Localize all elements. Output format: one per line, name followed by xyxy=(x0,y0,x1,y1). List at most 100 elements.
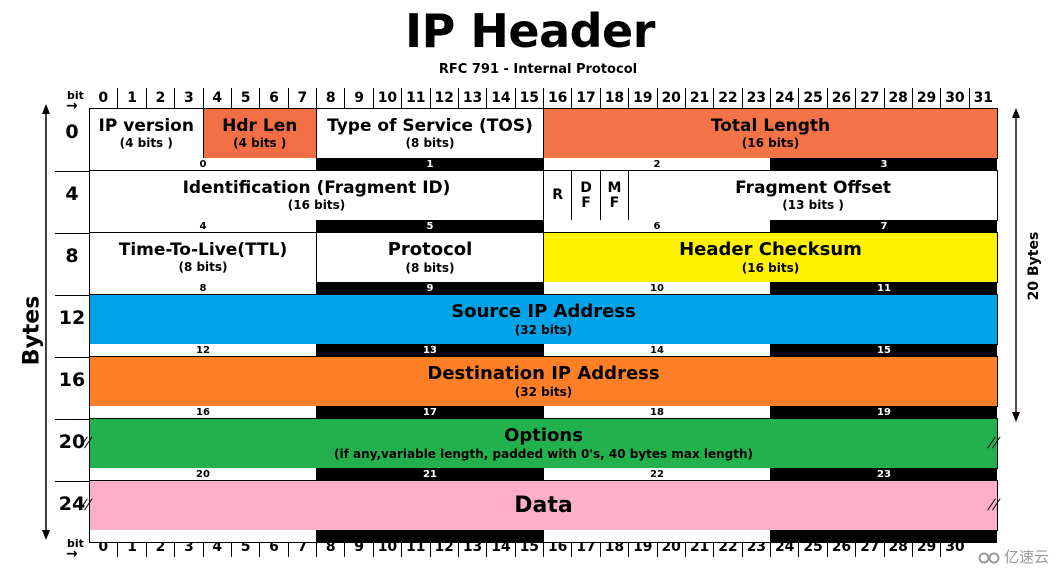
top-bit-7: 7 xyxy=(287,88,316,108)
top-bit-1: 1 xyxy=(117,88,145,108)
field-name: Options xyxy=(504,425,583,446)
top-bit-28: 28 xyxy=(883,88,912,108)
field-name: D F xyxy=(580,179,592,211)
field-bit-count: (16 bits) xyxy=(741,261,800,275)
watermark-text: 亿速云 xyxy=(1004,548,1050,566)
row-offset-label: 16 xyxy=(58,369,86,391)
field-bit-count: (13 bits ) xyxy=(782,198,844,212)
row-offset-label: 12 xyxy=(58,307,86,329)
field-name: M F xyxy=(607,179,622,211)
field-bit-count: (16 bits) xyxy=(741,136,800,150)
top-bit-31: 31 xyxy=(968,88,997,108)
field-name: Type of Service (TOS) xyxy=(327,116,533,136)
top-bit-4: 4 xyxy=(202,88,231,108)
byte-index-26 xyxy=(543,530,770,543)
byte-index-27 xyxy=(770,530,997,543)
top-bit-24: 24 xyxy=(770,88,798,108)
top-bit-3: 3 xyxy=(174,88,202,108)
field-r: R xyxy=(543,170,573,221)
row-offset-label: 4 xyxy=(65,183,79,205)
byte-index-24 xyxy=(89,530,316,543)
field-ip-version: IP version (4 bits ) xyxy=(89,108,204,159)
top-bit-21: 21 xyxy=(684,88,713,108)
row-separator xyxy=(55,357,89,358)
field-bit-count: (4 bits ) xyxy=(119,136,173,150)
field-name: Time-To-Live(TTL) xyxy=(118,240,288,260)
field-m-f: M F xyxy=(599,170,630,221)
top-bit-27: 27 xyxy=(855,88,883,108)
field-name: Protocol xyxy=(387,239,473,260)
field-time-to-live-ttl: Time-To-Live(TTL) (8 bits) xyxy=(89,232,317,283)
field-bit-count: (4 bits ) xyxy=(233,136,287,150)
field-bit-count: (8 bits) xyxy=(405,136,455,150)
top-bit-9: 9 xyxy=(344,88,372,108)
top-bit-22: 22 xyxy=(713,88,741,108)
row-separator xyxy=(55,419,89,420)
field-bit-count: (8 bits) xyxy=(178,260,228,274)
top-bit-2: 2 xyxy=(145,88,174,108)
row-separator xyxy=(55,295,89,296)
top-bit-10: 10 xyxy=(372,88,401,108)
field-total-length: Total Length (16 bits) xyxy=(543,108,998,159)
field-protocol: Protocol (8 bits) xyxy=(316,232,544,283)
top-bit-14: 14 xyxy=(486,88,514,108)
top-bit-6: 6 xyxy=(259,88,287,108)
byte-index-25 xyxy=(316,530,543,543)
field-destination-ip-address: Destination IP Address (32 bits) xyxy=(89,356,998,407)
field-name: R xyxy=(552,187,564,203)
field-name: IP version xyxy=(98,116,194,136)
field-header-checksum: Header Checksum (16 bits) xyxy=(543,232,998,283)
field-identification-fragment-id: Identification (Fragment ID) (16 bits) xyxy=(89,170,544,221)
cloud-logo-icon xyxy=(978,552,1000,563)
top-bit-8: 8 xyxy=(316,88,344,108)
top-bit-26: 26 xyxy=(826,88,855,108)
field-bit-count: (32 bits) xyxy=(514,323,573,337)
top-bit-13: 13 xyxy=(457,88,486,108)
field-type-of-service-tos: Type of Service (TOS) (8 bits) xyxy=(316,108,544,159)
field-name: Data xyxy=(514,492,573,518)
row-separator xyxy=(55,233,89,234)
top-bit-25: 25 xyxy=(798,88,826,108)
top-bit-20: 20 xyxy=(656,88,685,108)
field-data: Data xyxy=(89,480,998,531)
field-fragment-offset: Fragment Offset (13 bits ) xyxy=(628,170,998,221)
top-bit-11: 11 xyxy=(401,88,429,108)
field-bit-count: (16 bits) xyxy=(287,198,346,212)
watermark: 亿速云 xyxy=(978,546,1049,567)
field-name: Fragment Offset xyxy=(735,178,892,198)
field-name: Total Length xyxy=(710,116,831,136)
right-axis-label: 20 Bytes xyxy=(1026,231,1042,301)
left-axis-label: Bytes xyxy=(19,295,45,366)
field-bit-count: (32 bits) xyxy=(514,385,573,399)
top-bit-18: 18 xyxy=(599,88,628,108)
row-separator xyxy=(55,171,89,172)
diagram-title: IP Header xyxy=(405,4,655,58)
row-offset-label: 8 xyxy=(65,245,79,267)
field-name: Header Checksum xyxy=(679,239,862,260)
top-bit-17: 17 xyxy=(571,88,599,108)
top-bit-16: 16 xyxy=(543,88,571,108)
field-options: Options (if any,variable length, padded w… xyxy=(89,418,998,469)
diagram-subtitle: RFC 791 - Internal Protocol xyxy=(438,62,638,77)
field-name: Destination IP Address xyxy=(427,363,660,384)
field-name: Hdr Len xyxy=(222,116,298,136)
field-name: Identification (Fragment ID) xyxy=(182,178,451,198)
field-source-ip-address: Source IP Address (32 bits) xyxy=(89,294,998,345)
top-bit-12: 12 xyxy=(429,88,458,108)
field-name: Source IP Address xyxy=(451,301,636,322)
row-offset-label: 0 xyxy=(65,121,79,143)
field-d-f: D F xyxy=(571,170,601,221)
top-bit-0: 0 xyxy=(98,90,109,106)
top-bit-axis: 0 1 2 3 4 5 6 7 8 9 10 11 12 13 14 15 16 17 18 19 20 21 22 23 24… xyxy=(89,88,997,108)
row-separator xyxy=(55,481,89,482)
top-bit-19: 19 xyxy=(628,88,656,108)
bottom-bit-arrow-icon: → xyxy=(66,546,78,562)
top-bit-29: 29 xyxy=(911,88,940,108)
top-bit-5: 5 xyxy=(230,88,259,108)
top-bit-arrow-icon: → xyxy=(66,98,78,114)
field-hdr-len: Hdr Len (4 bits ) xyxy=(202,108,317,159)
field-bit-count: (8 bits) xyxy=(405,261,455,275)
right-double-arrow-icon xyxy=(1012,108,1020,422)
top-bit-23: 23 xyxy=(741,88,770,108)
field-bit-count: (if any,variable length, padded with 0's… xyxy=(333,447,754,461)
